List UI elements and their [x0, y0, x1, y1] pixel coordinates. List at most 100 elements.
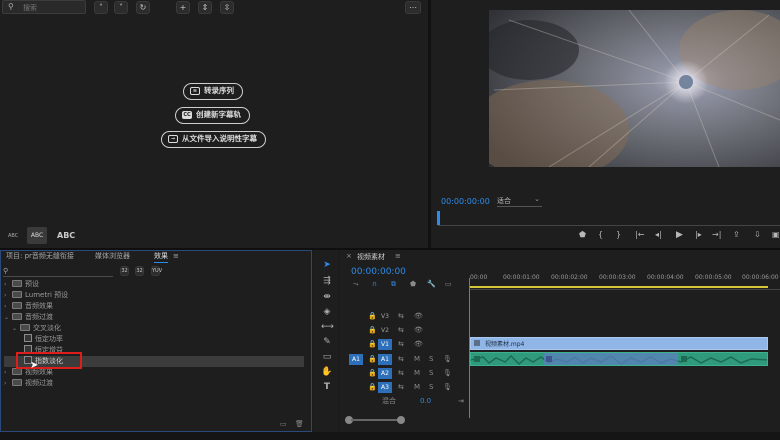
hand-tool-icon[interactable]: ✋: [321, 366, 333, 378]
mute-button[interactable]: M: [414, 368, 420, 379]
captions-search-box[interactable]: ⚲ 搜索: [2, 0, 86, 14]
go-to-end-icon[interactable]: ⇥: [458, 396, 464, 407]
tree-item-video-transitions[interactable]: › 视频过渡: [4, 378, 53, 389]
trash-icon[interactable]: 🗑: [295, 420, 304, 428]
linked-selection-icon[interactable]: ⧉: [391, 279, 396, 290]
new-bin-yuv-button[interactable]: YUV: [151, 266, 162, 276]
mark-in-icon[interactable]: {: [598, 230, 603, 239]
solo-button[interactable]: S: [429, 382, 433, 393]
magnet-icon[interactable]: ∩: [372, 279, 377, 290]
chevron-up-button[interactable]: ˄: [94, 1, 108, 14]
lock-icon[interactable]: 🔒: [368, 339, 377, 350]
timeline-timecode[interactable]: 00:00:00:00: [351, 267, 406, 277]
split-caption-button[interactable]: ⇕: [198, 1, 212, 14]
tree-item-audio-transitions[interactable]: ⌄ 音频过渡: [4, 312, 53, 323]
track-target[interactable]: V3: [378, 311, 392, 322]
refresh-button[interactable]: ↻: [136, 1, 150, 14]
timeline-menu-icon[interactable]: ≡: [395, 252, 401, 260]
lock-icon[interactable]: 🔒: [368, 325, 377, 336]
selection-tool-icon[interactable]: ➤: [321, 259, 333, 271]
play-icon[interactable]: ▶: [676, 230, 683, 240]
sync-lock-icon[interactable]: ⇆: [398, 382, 404, 393]
tree-item-constant-power[interactable]: 恒定功率: [24, 334, 63, 345]
tree-item-audio-effects[interactable]: › 音频效果: [4, 301, 53, 312]
zoom-select[interactable]: 适合 ⌄: [497, 195, 542, 207]
track-target[interactable]: A2: [378, 368, 392, 379]
transcribe-sequence-button[interactable]: ≡ 转录序列: [183, 83, 243, 100]
audio-clip-a1[interactable]: [470, 352, 768, 366]
track-target[interactable]: A1: [378, 354, 392, 365]
tree-item-crossfade[interactable]: ⌄ 交叉淡化: [12, 323, 61, 334]
program-time-ruler[interactable]: [438, 216, 780, 226]
caption-style-large[interactable]: ABC: [57, 231, 75, 240]
timeline-tab[interactable]: 视频素材: [357, 252, 385, 262]
effects-search-input[interactable]: ⚲: [3, 267, 113, 277]
mute-button[interactable]: M: [414, 382, 420, 393]
more-options-button[interactable]: ⋯: [405, 1, 421, 14]
mic-icon[interactable]: 🎙: [443, 382, 452, 393]
caption-style-medium[interactable]: ABC: [27, 227, 47, 244]
timeline-horizontal-scrollbar[interactable]: [345, 416, 465, 424]
snap-icon[interactable]: ⤳: [353, 279, 359, 290]
add-caption-button[interactable]: +: [176, 1, 190, 14]
pen-tool-icon[interactable]: ✎: [321, 336, 333, 348]
add-marker-icon[interactable]: ⬟: [410, 279, 416, 290]
track-header-v2[interactable]: 🔒 V2 ⇆ 👁: [348, 325, 468, 338]
mix-track[interactable]: 混合 0.0 ⇥: [348, 396, 468, 409]
tab-project[interactable]: 项目: pr音频无缝衔接: [6, 249, 74, 263]
wrench-icon[interactable]: 🔧: [427, 279, 436, 290]
video-preview[interactable]: [489, 10, 780, 167]
ripple-edit-tool-icon[interactable]: ⇼: [321, 291, 333, 303]
solo-button[interactable]: S: [429, 354, 433, 365]
create-caption-track-button[interactable]: CC 创建新字幕轨: [175, 107, 250, 124]
import-captions-button[interactable]: → 从文件导入说明性字幕: [161, 131, 266, 148]
mute-button[interactable]: M: [414, 354, 420, 365]
tree-item-lumetri[interactable]: › Lumetri 预设: [4, 290, 68, 301]
program-timecode[interactable]: 00:00:00:00: [441, 197, 490, 207]
track-select-tool-icon[interactable]: ⇶: [321, 275, 333, 287]
caption-style-small[interactable]: ABC: [8, 233, 18, 239]
program-playhead[interactable]: [437, 211, 440, 225]
track-header-a1[interactable]: 🔒 A1 ⇆ M S 🎙: [348, 354, 468, 367]
track-target[interactable]: V2: [378, 325, 392, 336]
go-to-in-icon[interactable]: |←: [635, 230, 644, 239]
track-header-v3[interactable]: 🔒 V3 ⇆ 👁: [348, 311, 468, 324]
new-bin-icon[interactable]: ▭: [280, 420, 287, 428]
sync-lock-icon[interactable]: ⇆: [398, 325, 404, 336]
sync-lock-icon[interactable]: ⇆: [398, 311, 404, 322]
scroll-handle-right[interactable]: [397, 416, 405, 424]
mix-value[interactable]: 0.0: [420, 396, 431, 407]
new-bin-accel-button[interactable]: 32: [120, 266, 129, 276]
tab-effects[interactable]: 效果: [154, 249, 168, 263]
lock-icon[interactable]: 🔒: [368, 354, 377, 365]
sync-lock-icon[interactable]: ⇆: [398, 368, 404, 379]
sync-lock-icon[interactable]: ⇆: [398, 354, 404, 365]
track-header-v1[interactable]: 🔒 V1 ⇆ 👁: [348, 339, 468, 352]
work-area-bar[interactable]: [470, 286, 768, 288]
marker-icon[interactable]: ⬟: [579, 230, 586, 239]
merge-caption-button[interactable]: ⇳: [220, 1, 234, 14]
mic-icon[interactable]: 🎙: [443, 354, 452, 365]
track-target[interactable]: V1: [378, 339, 392, 350]
timeline-close-icon[interactable]: ×: [346, 252, 352, 260]
eye-icon[interactable]: 👁: [414, 339, 423, 350]
caption-toggle-icon[interactable]: ▭: [445, 279, 452, 290]
sync-lock-icon[interactable]: ⇆: [398, 339, 404, 350]
solo-button[interactable]: S: [429, 368, 433, 379]
eye-icon[interactable]: 👁: [414, 311, 423, 322]
step-back-icon[interactable]: ◂|: [655, 230, 662, 239]
mark-out-icon[interactable]: }: [616, 230, 621, 239]
lift-icon[interactable]: ⇪: [733, 230, 740, 239]
tree-item-presets[interactable]: › 预设: [4, 279, 39, 290]
type-tool-icon[interactable]: T: [321, 381, 333, 393]
video-clip[interactable]: 视频素材.mp4: [470, 337, 768, 350]
lock-icon[interactable]: 🔒: [368, 382, 377, 393]
lock-icon[interactable]: 🔒: [368, 311, 377, 322]
rectangle-tool-icon[interactable]: ▭: [321, 351, 333, 363]
mic-icon[interactable]: 🎙: [443, 368, 452, 379]
eye-icon[interactable]: 👁: [414, 325, 423, 336]
track-target[interactable]: A3: [378, 382, 392, 393]
new-bin-32-button[interactable]: 32: [135, 266, 144, 276]
extract-icon[interactable]: ⇩: [754, 230, 761, 239]
audio-clip-selected-segment[interactable]: [544, 353, 678, 365]
